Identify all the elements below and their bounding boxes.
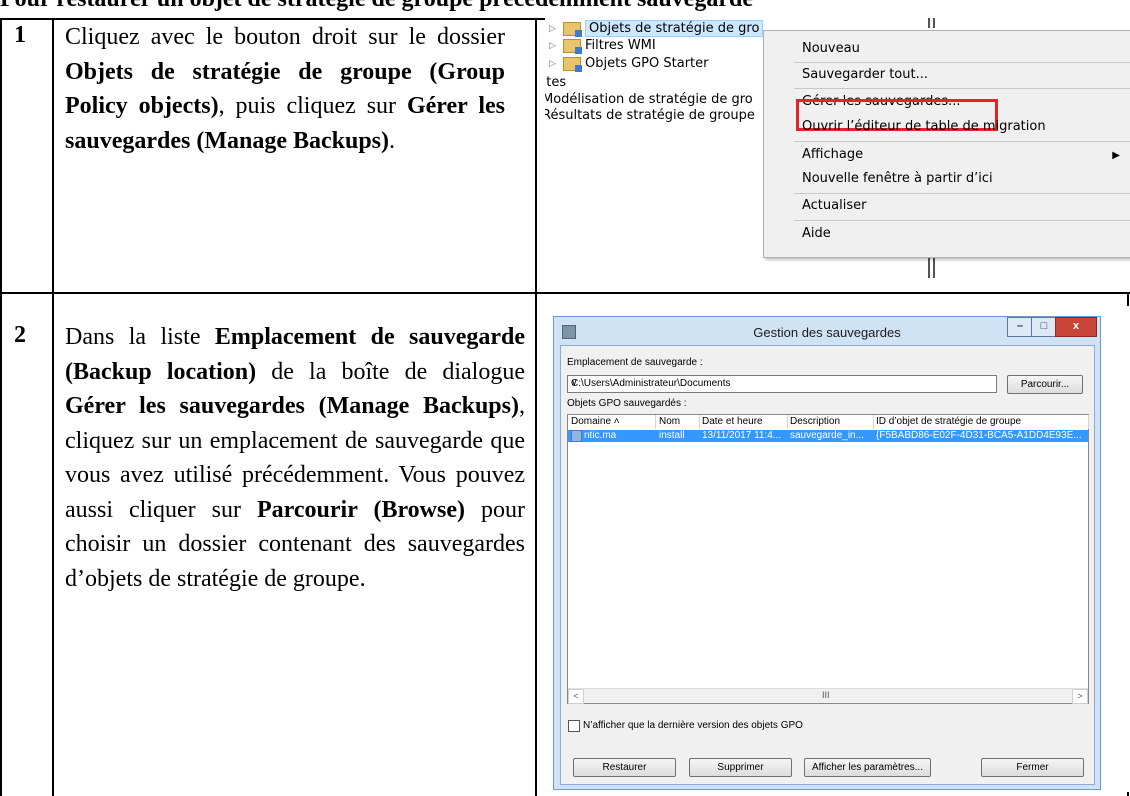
column-header-domain[interactable]: Domaine ˄ xyxy=(568,415,656,429)
maximize-icon[interactable]: □ xyxy=(1031,317,1057,337)
menu-separator xyxy=(794,88,1130,89)
tree-item-results[interactable]: Résultats de stratégie de groupe xyxy=(545,108,755,123)
menu-separator xyxy=(794,141,1130,142)
step-number-2: 2 xyxy=(14,322,26,348)
step-text-2: Dans la liste Emplacement de sauvegarde … xyxy=(65,324,526,592)
scroll-left-icon[interactable]: < xyxy=(568,689,584,704)
scroll-right-icon[interactable]: > xyxy=(1072,689,1088,704)
context-menu-screenshot: ▷ Objets de stratégie de gro ▷ Filtres W… xyxy=(545,18,1130,292)
menu-item-view[interactable]: Affichage xyxy=(802,147,863,162)
close-icon[interactable]: x xyxy=(1055,317,1097,337)
cell-date: 13/11/2017 11:4... xyxy=(702,430,782,441)
tree-item-wmi-filters[interactable]: ▷ Filtres WMI xyxy=(549,38,656,54)
menu-item-new[interactable]: Nouveau xyxy=(802,41,860,56)
table-divider-number xyxy=(52,18,54,796)
pane-splitter[interactable] xyxy=(928,18,930,28)
table-row[interactable]: ntic.ma install 13/11/2017 11:4... sauve… xyxy=(568,430,1088,442)
menu-item-new-window[interactable]: Nouvelle fenêtre à partir d’ici xyxy=(802,171,993,186)
menu-item-migration-editor[interactable]: Ouvrir l’éditeur de table de migration xyxy=(802,119,1046,134)
tree-item-sites[interactable]: iites xyxy=(545,75,566,90)
browse-button[interactable]: Parcourir... xyxy=(1007,375,1083,394)
menu-separator xyxy=(794,220,1130,221)
gpo-icon xyxy=(571,430,582,442)
folder-icon xyxy=(563,38,582,54)
expand-arrow-icon[interactable]: ▷ xyxy=(549,59,559,69)
tree-item-gpo[interactable]: ▷ Objets de stratégie de gro xyxy=(549,20,764,37)
sort-up-icon: ˄ xyxy=(611,416,620,427)
expand-arrow-icon[interactable]: ▷ xyxy=(549,41,559,51)
title-bar[interactable]: Gestion des sauvegardes – □ x xyxy=(554,317,1100,345)
column-header-name[interactable]: Nom xyxy=(656,415,700,429)
minimize-icon[interactable]: – xyxy=(1007,317,1033,337)
column-header-gpo-id[interactable]: ID d’objet de stratégie de groupe xyxy=(873,415,1089,429)
cell-gpo-id: {F5BABD86-E02F-4D31-BCA5-A1DD4E93E... xyxy=(876,430,1082,441)
restore-button[interactable]: Restaurer xyxy=(573,758,676,777)
latest-version-label: N’afficher que la dernière version des o… xyxy=(583,720,803,731)
manage-backups-dialog: Gestion des sauvegardes – □ x Emplacemen… xyxy=(553,316,1101,790)
menu-item-help[interactable]: Aide xyxy=(802,226,831,241)
tree-item-modeling[interactable]: Modélisation de stratégie de gro xyxy=(545,92,753,107)
dialog-body: Emplacement de sauvegarde : C:\Users\Adm… xyxy=(560,345,1095,785)
latest-version-checkbox[interactable] xyxy=(568,720,580,732)
tree-item-starter-gpo[interactable]: ▷ Objets GPO Starter xyxy=(549,56,708,72)
table-border-left xyxy=(0,18,2,796)
menu-separator xyxy=(794,193,1130,194)
submenu-arrow-icon: ▶ xyxy=(1112,150,1120,161)
chevron-down-icon[interactable]: ∨ xyxy=(571,377,992,388)
cell-name: install xyxy=(659,430,685,441)
backup-location-label: Emplacement de sauvegarde : xyxy=(567,357,703,368)
expand-arrow-icon[interactable]: ▷ xyxy=(549,24,559,34)
step-number-1: 1 xyxy=(14,22,26,48)
step-text-1: Cliquez avec le bouton droit sur le doss… xyxy=(65,24,505,154)
pane-splitter[interactable] xyxy=(928,256,930,278)
close-button[interactable]: Fermer xyxy=(981,758,1084,777)
folder-icon xyxy=(563,21,582,37)
backup-location-combo[interactable]: C:\Users\Administrateur\Documents ∨ xyxy=(567,375,997,393)
menu-separator xyxy=(794,62,1130,63)
horizontal-scrollbar[interactable]: < III > xyxy=(568,688,1088,704)
column-header-date[interactable]: Date et heure xyxy=(699,415,788,429)
show-settings-button[interactable]: Afficher les paramètres... xyxy=(804,758,931,777)
menu-item-backup-all[interactable]: Sauvegarder tout... xyxy=(802,67,928,82)
cell-description: sauvegarde_in... xyxy=(790,430,864,441)
pane-splitter[interactable] xyxy=(933,18,935,28)
backup-list[interactable]: Domaine ˄ Nom Date et heure Description … xyxy=(567,414,1089,704)
cell-domain: ntic.ma xyxy=(571,430,655,442)
backed-up-gpos-label: Objets GPO sauvegardés : xyxy=(567,398,687,409)
table-divider-image xyxy=(535,18,537,796)
scroll-thumb-grip-icon[interactable]: III xyxy=(822,689,830,702)
folder-icon xyxy=(563,56,582,72)
delete-button[interactable]: Supprimer xyxy=(689,758,792,777)
pane-splitter[interactable] xyxy=(933,256,935,278)
column-header-description[interactable]: Description xyxy=(787,415,874,429)
context-menu: Nouveau Sauvegarder tout... Gérer les sa… xyxy=(763,30,1130,258)
menu-item-refresh[interactable]: Actualiser xyxy=(802,198,866,213)
table-border-middle xyxy=(0,292,1130,294)
manage-backups-screenshot: Gestion des sauvegardes – □ x Emplacemen… xyxy=(547,306,1129,792)
